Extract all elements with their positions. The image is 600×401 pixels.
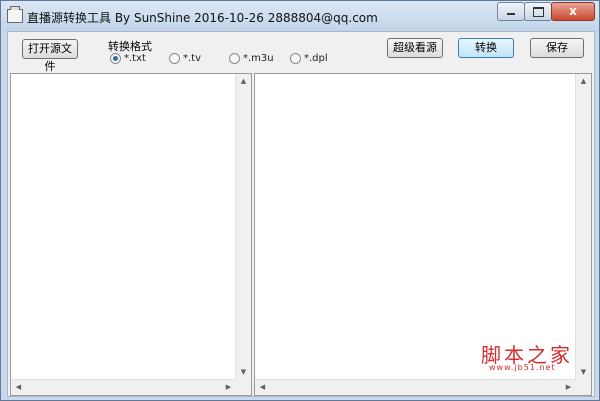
title-bar[interactable]: 直播源转换工具 By SunShine 2016-10-26 2888804@q…	[1, 1, 599, 31]
format-radio-label: *.m3u	[243, 52, 274, 64]
scroll-up-icon[interactable]: ▲	[236, 74, 251, 89]
format-radio-label: *.txt	[124, 52, 146, 64]
scroll-down-icon[interactable]: ▼	[236, 365, 251, 380]
format-radio-txt[interactable]: *.txt	[110, 51, 146, 65]
watermark-url: www.jb51.net	[489, 363, 556, 372]
scroll-corner	[576, 380, 591, 395]
format-radio-group: *.txt *.tv *.m3u *.dpl	[110, 51, 370, 65]
scroll-down-icon[interactable]: ▼	[576, 365, 591, 380]
format-radio-m3u[interactable]: *.m3u	[229, 51, 274, 65]
format-radio-label: *.dpl	[304, 52, 328, 64]
app-icon	[7, 6, 23, 23]
source-text-area[interactable]: ▲ ▼ ◀ ▶	[10, 73, 252, 396]
convert-button[interactable]: 转换	[458, 38, 514, 58]
radio-icon	[290, 52, 301, 64]
minimize-icon	[507, 13, 515, 15]
window-title: 直播源转换工具 By SunShine 2016-10-26 2888804@q…	[27, 11, 378, 25]
maximize-button[interactable]	[524, 2, 552, 21]
radio-selected-icon	[110, 52, 121, 64]
super-source-button[interactable]: 超级看源	[387, 38, 443, 58]
vertical-scrollbar[interactable]: ▲ ▼	[235, 74, 251, 380]
toolbar: 打开源文件 转换格式 *.txt *.tv *.m3u *.dpl 超级看源 转…	[8, 32, 594, 73]
close-icon: x	[569, 4, 577, 18]
format-radio-dpl[interactable]: *.dpl	[290, 51, 328, 65]
scroll-right-icon[interactable]: ▶	[221, 380, 236, 395]
app-window: 直播源转换工具 By SunShine 2016-10-26 2888804@q…	[0, 0, 600, 401]
scroll-corner	[236, 380, 251, 395]
scroll-up-icon[interactable]: ▲	[576, 74, 591, 89]
horizontal-scrollbar[interactable]: ◀ ▶	[255, 379, 576, 395]
maximize-icon	[533, 7, 544, 17]
open-source-file-button[interactable]: 打开源文件	[22, 39, 78, 73]
scroll-right-icon[interactable]: ▶	[561, 380, 576, 395]
close-button[interactable]: x	[551, 2, 595, 21]
save-button[interactable]: 保存	[530, 38, 584, 58]
vertical-scrollbar[interactable]: ▲ ▼	[575, 74, 591, 380]
scroll-left-icon[interactable]: ◀	[11, 380, 26, 395]
format-radio-tv[interactable]: *.tv	[169, 51, 201, 65]
format-radio-label: *.tv	[183, 52, 202, 64]
minimize-button[interactable]	[497, 2, 525, 21]
window-controls: x	[497, 2, 595, 21]
scroll-left-icon[interactable]: ◀	[255, 380, 270, 395]
horizontal-scrollbar[interactable]: ◀ ▶	[11, 379, 236, 395]
radio-icon	[229, 52, 240, 64]
radio-icon	[169, 52, 180, 64]
